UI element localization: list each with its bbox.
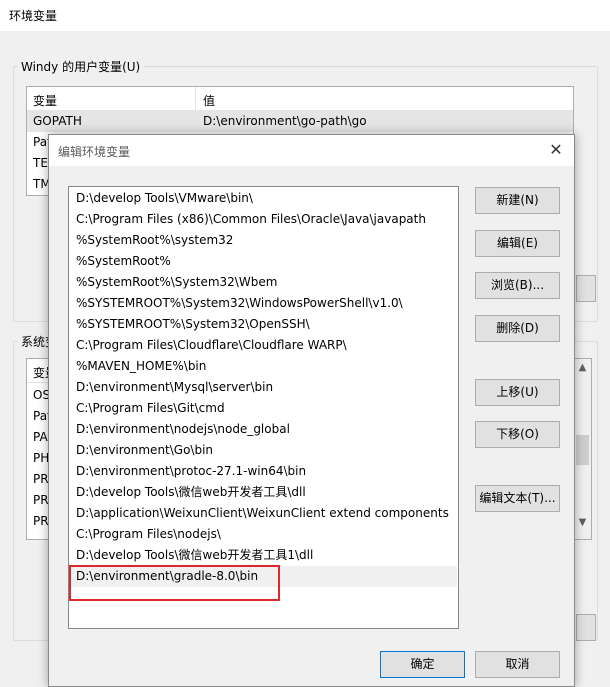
- row-variable-name: PR: [33, 514, 49, 528]
- edit-environment-variable-dialog: 编辑环境变量 ✕ D:\develop Tools\VMware\bin\ C:…: [48, 134, 575, 687]
- list-item[interactable]: D:\environment\Go\bin: [70, 440, 457, 461]
- column-separator[interactable]: [195, 87, 196, 111]
- ok-button[interactable]: 确定: [380, 651, 465, 678]
- scroll-up-arrow-icon[interactable]: ▲: [574, 359, 591, 376]
- scroll-down-arrow-icon[interactable]: ▼: [574, 514, 591, 531]
- move-up-button[interactable]: 上移(U): [475, 379, 560, 406]
- user-delete-button-edge[interactable]: [576, 275, 596, 302]
- delete-button[interactable]: 删除(D): [475, 315, 560, 342]
- path-list[interactable]: D:\develop Tools\VMware\bin\ C:\Program …: [68, 186, 459, 629]
- list-item[interactable]: %SystemRoot%\system32: [70, 230, 457, 251]
- move-down-button[interactable]: 下移(O): [475, 421, 560, 448]
- edit-button[interactable]: 编辑(E): [475, 230, 560, 257]
- system-list-scrollbar[interactable]: ▲ ▼: [574, 359, 591, 539]
- edit-text-button[interactable]: 编辑文本(T)...: [475, 485, 560, 512]
- table-row[interactable]: GOPATH D:\environment\go-path\go: [27, 111, 573, 132]
- system-delete-button-edge[interactable]: [576, 614, 596, 641]
- user-variables-header: 变量 值: [27, 87, 573, 111]
- dialog-title: 编辑环境变量: [58, 145, 131, 159]
- list-item[interactable]: %SystemRoot%: [70, 251, 457, 272]
- bg-titlebar: 环境变量: [0, 0, 610, 31]
- list-item[interactable]: %MAVEN_HOME%\bin: [70, 356, 457, 377]
- row-variable-name: PR: [33, 472, 49, 486]
- browse-button[interactable]: 浏览(B)...: [475, 272, 560, 299]
- list-item[interactable]: D:\environment\nodejs\node_global: [70, 419, 457, 440]
- row-variable-name: PR: [33, 493, 49, 507]
- dialog-titlebar: 编辑环境变量 ✕: [49, 135, 574, 166]
- row-variable-value: D:\environment\go-path\go: [203, 114, 367, 128]
- list-item[interactable]: C:\Program Files (x86)\Common Files\Orac…: [70, 209, 457, 230]
- list-item[interactable]: D:\develop Tools\微信web开发者工具1\dll: [70, 545, 457, 566]
- cancel-button[interactable]: 取消: [475, 651, 560, 678]
- list-item[interactable]: D:\environment\protoc-27.1-win64\bin: [70, 461, 457, 482]
- list-item[interactable]: D:\application\WeixunClient\WeixunClient…: [70, 503, 457, 524]
- user-variables-label: Windy 的用户变量(U): [18, 58, 144, 75]
- row-variable-name: GOPATH: [33, 114, 82, 128]
- row-variable-name: PA: [33, 430, 48, 444]
- close-icon[interactable]: ✕: [546, 140, 566, 160]
- list-item-selected[interactable]: D:\environment\gradle-8.0\bin: [70, 566, 457, 587]
- column-header-variable[interactable]: 变量: [33, 92, 57, 109]
- row-variable-name: PH: [33, 451, 50, 465]
- list-item[interactable]: %SystemRoot%\System32\Wbem: [70, 272, 457, 293]
- list-item[interactable]: C:\Program Files\Git\cmd: [70, 398, 457, 419]
- list-item[interactable]: D:\develop Tools\微信web开发者工具\dll: [70, 482, 457, 503]
- list-item[interactable]: D:\develop Tools\VMware\bin\: [70, 188, 457, 209]
- new-button[interactable]: 新建(N): [475, 187, 560, 214]
- list-item[interactable]: %SYSTEMROOT%\System32\WindowsPowerShell\…: [70, 293, 457, 314]
- bg-window-title: 环境变量: [9, 9, 58, 23]
- list-item[interactable]: C:\Program Files\Cloudflare\Cloudflare W…: [70, 335, 457, 356]
- column-header-value[interactable]: 值: [203, 92, 215, 109]
- scroll-thumb[interactable]: [576, 435, 589, 465]
- list-item[interactable]: D:\environment\Mysql\server\bin: [70, 377, 457, 398]
- list-item[interactable]: C:\Program Files\nodejs\: [70, 524, 457, 545]
- list-item[interactable]: %SYSTEMROOT%\System32\OpenSSH\: [70, 314, 457, 335]
